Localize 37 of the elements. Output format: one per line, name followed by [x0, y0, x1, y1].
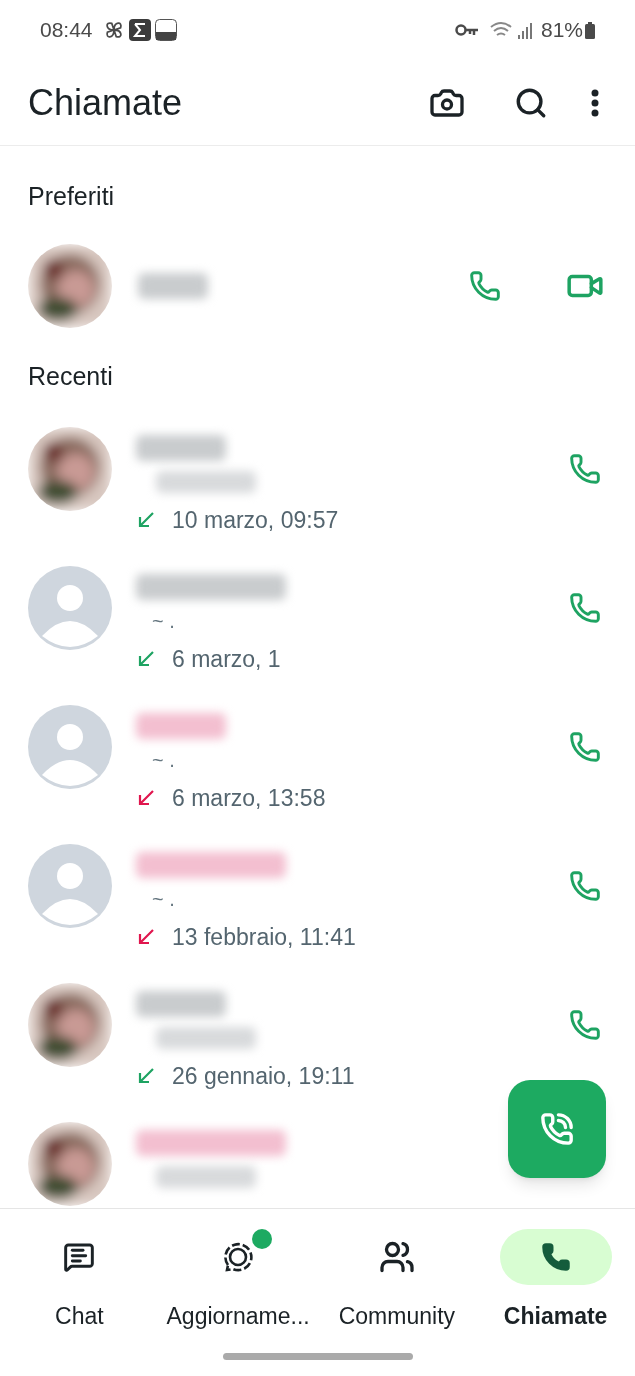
avatar-icon [28, 705, 112, 789]
nav-tab[interactable]: Chiamate [476, 1229, 635, 1334]
call-time: 6 marzo, 13:58 [172, 784, 326, 813]
chat-icon [63, 1241, 96, 1273]
call-time: 26 gennaio, 19:11 [172, 1062, 355, 1091]
community-icon [378, 1239, 415, 1275]
sigma-app-icon [128, 19, 151, 41]
section-heading: Recenti [27, 360, 114, 392]
avatar-icon [28, 844, 112, 928]
contact-subtitle: ~ . [152, 609, 176, 634]
call-time: 13 febbraio, 11:41 [172, 923, 356, 952]
status-time: 08:44 [40, 17, 93, 44]
key-icon [454, 23, 479, 37]
contact-subtitle: ~ . [152, 887, 176, 912]
nav-tab[interactable]: Chat [0, 1229, 159, 1334]
battery-icon [585, 21, 595, 39]
phone-icon [569, 870, 601, 902]
call-time: 10 marzo, 09:57 [172, 506, 339, 535]
nav-tab[interactable]: Aggiorname... [158, 1229, 318, 1334]
section-heading: Preferiti [27, 181, 116, 212]
phone-icon [569, 592, 601, 624]
app-icon [154, 19, 177, 41]
nav-tab[interactable]: Community [317, 1229, 477, 1334]
phone-icon [569, 453, 601, 485]
phone-icon [469, 269, 501, 302]
more-icon [591, 88, 599, 117]
phone-icon [569, 1009, 601, 1041]
phone-icon [540, 1242, 571, 1272]
blurred-name [138, 272, 208, 299]
new-call-button[interactable] [508, 1080, 606, 1178]
battery-percent: 81% [540, 17, 583, 44]
phone-icon [569, 731, 601, 763]
signal-icon [516, 21, 533, 39]
contact-subtitle: ~ . [152, 748, 176, 773]
avatar-icon [28, 566, 112, 650]
call-time: 6 marzo, 1 [172, 645, 281, 674]
page-title: Chiamate [28, 80, 184, 125]
